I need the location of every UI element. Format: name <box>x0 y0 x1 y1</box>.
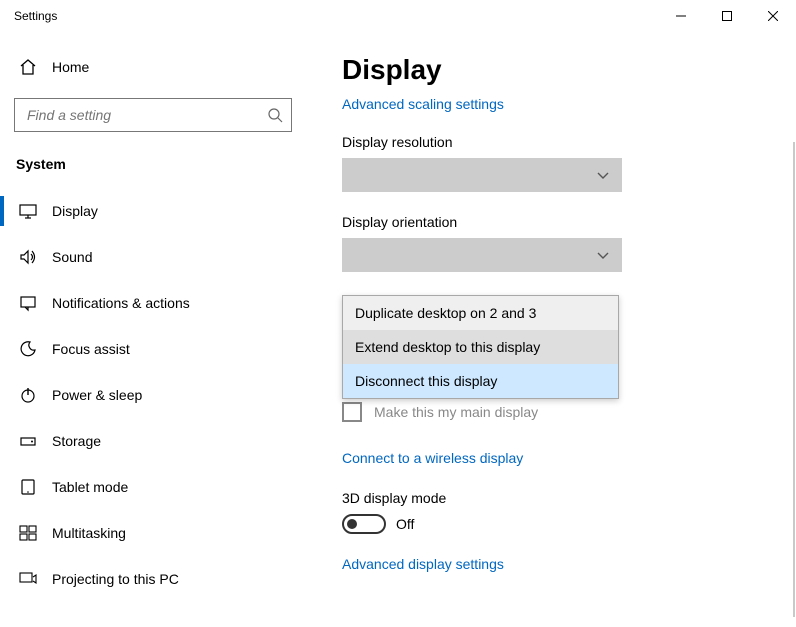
dropdown-option-extend[interactable]: Extend desktop to this display <box>343 330 618 364</box>
multiple-displays-dropdown: Duplicate desktop on 2 and 3 Extend desk… <box>342 295 619 399</box>
titlebar: Settings <box>0 0 796 32</box>
projecting-icon <box>18 570 38 588</box>
sidebar-item-sound[interactable]: Sound <box>0 234 306 280</box>
chevron-down-icon <box>596 248 610 262</box>
focus-assist-icon <box>18 340 38 358</box>
sidebar-nav: Display Sound Notifications & actions Fo… <box>0 188 306 602</box>
sidebar-item-label: Sound <box>52 249 92 265</box>
close-button[interactable] <box>750 0 796 32</box>
resolution-combobox[interactable] <box>342 158 622 192</box>
display-icon <box>18 202 38 220</box>
sidebar-item-label: Tablet mode <box>52 479 128 495</box>
three-d-label: 3D display mode <box>342 490 778 506</box>
advanced-display-link[interactable]: Advanced display settings <box>342 556 778 572</box>
sidebar-item-tablet-mode[interactable]: Tablet mode <box>0 464 306 510</box>
toggle-knob <box>347 519 357 529</box>
sidebar-item-label: Power & sleep <box>52 387 142 403</box>
layout: Home System Display Sound Notifications … <box>0 32 796 627</box>
sidebar-item-label: Storage <box>52 433 101 449</box>
search-box[interactable] <box>14 98 292 132</box>
page-title: Display <box>342 54 778 86</box>
storage-icon <box>18 432 38 450</box>
sidebar-item-power-sleep[interactable]: Power & sleep <box>0 372 306 418</box>
maximize-icon <box>722 11 732 21</box>
dropdown-option-disconnect[interactable]: Disconnect this display <box>343 364 618 398</box>
resolution-label: Display resolution <box>342 134 778 150</box>
minimize-icon <box>676 11 686 21</box>
sound-icon <box>18 248 38 266</box>
search-icon <box>267 107 283 123</box>
sidebar-item-label: Display <box>52 203 98 219</box>
sidebar-item-focus-assist[interactable]: Focus assist <box>0 326 306 372</box>
home-nav[interactable]: Home <box>0 50 306 84</box>
sidebar-item-notifications[interactable]: Notifications & actions <box>0 280 306 326</box>
sidebar-item-display[interactable]: Display <box>0 188 306 234</box>
wireless-display-link[interactable]: Connect to a wireless display <box>342 450 778 466</box>
orientation-combobox[interactable] <box>342 238 622 272</box>
minimize-button[interactable] <box>658 0 704 32</box>
sidebar-item-storage[interactable]: Storage <box>0 418 306 464</box>
sidebar: Home System Display Sound Notifications … <box>0 32 306 627</box>
main-display-checkbox-row[interactable]: Make this my main display <box>342 402 778 422</box>
sidebar-item-label: Focus assist <box>52 341 130 357</box>
search-input[interactable] <box>25 106 267 124</box>
scrollbar[interactable] <box>793 142 795 617</box>
sidebar-item-multitasking[interactable]: Multitasking <box>0 510 306 556</box>
sidebar-item-label: Notifications & actions <box>52 295 190 311</box>
three-d-toggle[interactable] <box>342 514 386 534</box>
three-d-toggle-row: Off <box>342 514 778 534</box>
toggle-state-label: Off <box>396 516 414 532</box>
home-icon <box>18 58 38 76</box>
sidebar-item-label: Projecting to this PC <box>52 571 179 587</box>
window-title: Settings <box>0 9 57 23</box>
home-label: Home <box>52 59 89 75</box>
content-pane: Display Advanced scaling settings Displa… <box>306 32 796 627</box>
notifications-icon <box>18 294 38 312</box>
checkbox-icon <box>342 402 362 422</box>
multitasking-icon <box>18 524 38 542</box>
sidebar-item-label: Multitasking <box>52 525 126 541</box>
sidebar-item-projecting[interactable]: Projecting to this PC <box>0 556 306 602</box>
chevron-down-icon <box>596 168 610 182</box>
advanced-scaling-link[interactable]: Advanced scaling settings <box>342 96 778 112</box>
dropdown-option-duplicate[interactable]: Duplicate desktop on 2 and 3 <box>343 296 618 330</box>
sidebar-section-header: System <box>0 132 306 188</box>
main-display-checkbox-label: Make this my main display <box>374 404 538 420</box>
orientation-label: Display orientation <box>342 214 778 230</box>
close-icon <box>768 11 778 21</box>
power-icon <box>18 386 38 404</box>
maximize-button[interactable] <box>704 0 750 32</box>
tablet-icon <box>18 478 38 496</box>
